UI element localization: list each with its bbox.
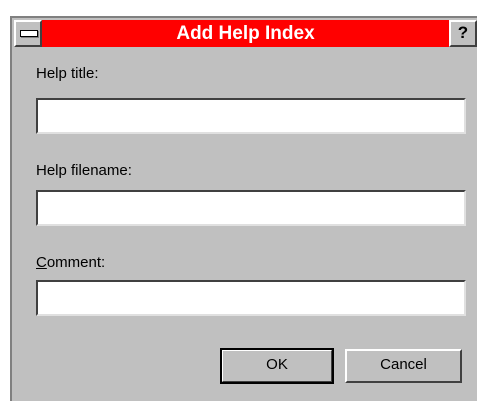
cancel-button[interactable]: Cancel [345,349,462,383]
question-mark-icon: ? [457,23,469,42]
dialog-title: Add Help Index [176,23,315,44]
add-help-index-dialog: Add Help Index ? Help title: Help filena… [10,16,477,401]
help-filename-label: Help filename: [36,162,132,179]
comment-field[interactable] [36,280,466,316]
ok-button[interactable]: OK [220,348,334,384]
comment-label: Comment: [36,254,106,271]
help-button[interactable]: ? [449,20,477,47]
title-bar[interactable]: Add Help Index ? [14,20,477,47]
help-title-label: Help title: [36,65,99,82]
help-title-field[interactable] [36,98,466,134]
system-menu-icon [20,30,38,37]
system-menu-button[interactable] [14,20,42,47]
help-filename-field[interactable] [36,190,466,226]
